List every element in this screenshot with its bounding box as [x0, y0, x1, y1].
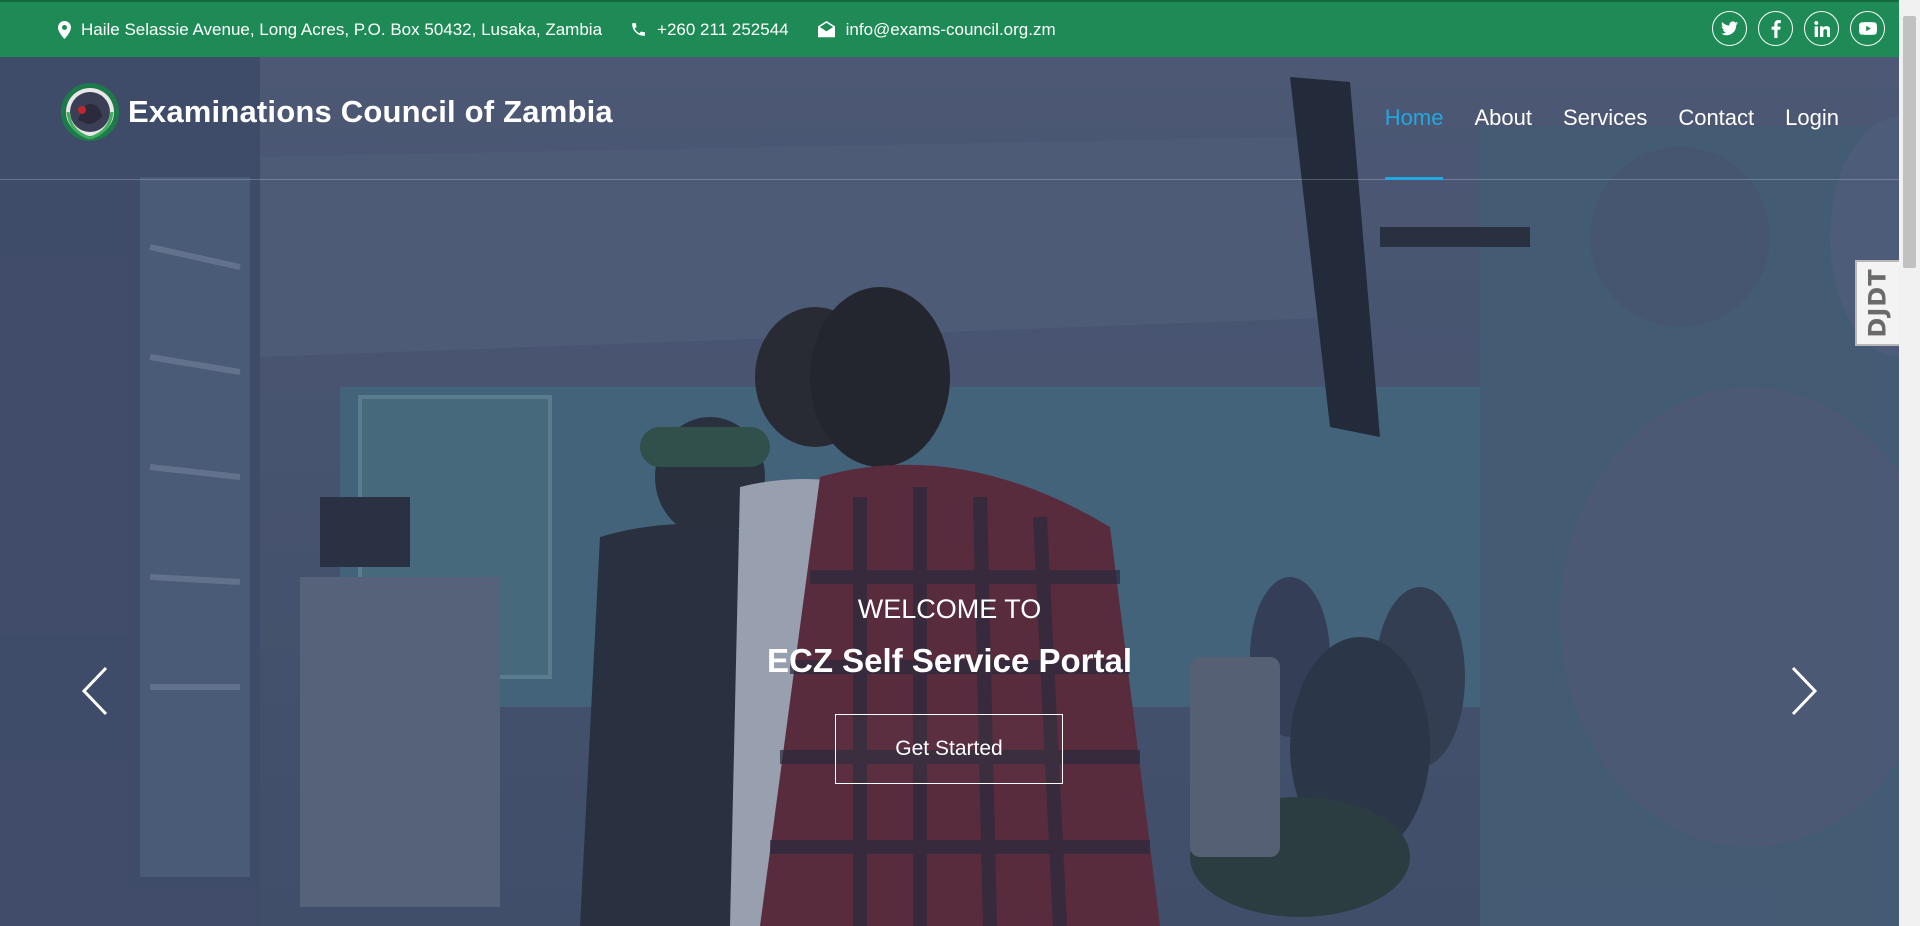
top-contact-bar: Haile Selassie Avenue, Long Acres, P.O. …: [0, 0, 1899, 57]
chevron-left-icon: [81, 666, 108, 716]
brand-link[interactable]: Examinations Council of Zambia: [60, 82, 613, 142]
nav-contact[interactable]: Contact: [1678, 57, 1754, 180]
phone-icon: [632, 23, 645, 36]
map-pin-icon: [58, 20, 71, 39]
nav-home[interactable]: Home: [1384, 57, 1443, 180]
main-nav: Home About Services Contact Login: [1354, 57, 1839, 180]
ecz-logo: [61, 83, 119, 141]
nav-login[interactable]: Login: [1785, 57, 1839, 180]
brand-name: Examinations Council of Zambia: [128, 94, 613, 129]
twitter-link[interactable]: [1712, 11, 1747, 46]
email-text: info@exams-council.org.zm: [845, 19, 1056, 39]
chevron-right-icon: [1791, 666, 1818, 716]
envelope-icon: [817, 21, 835, 38]
page-scrollbar[interactable]: [1899, 0, 1920, 926]
email-item[interactable]: info@exams-council.org.zm: [817, 20, 1056, 40]
hero-overlay: [0, 57, 1899, 926]
debug-toolbar-tab[interactable]: DJDT: [1855, 260, 1899, 346]
carousel-prev-button[interactable]: [80, 666, 110, 716]
address-item: Haile Selassie Avenue, Long Acres, P.O. …: [58, 20, 602, 40]
debug-toolbar-label: DJDT: [1864, 268, 1892, 338]
youtube-icon: [1858, 22, 1877, 35]
social-links: [1701, 11, 1885, 46]
scrollbar-thumb[interactable]: [1903, 16, 1916, 268]
hero-welcome-text: WELCOME TO: [857, 594, 1042, 624]
contact-info: Haile Selassie Avenue, Long Acres, P.O. …: [58, 2, 1084, 57]
address-text: Haile Selassie Avenue, Long Acres, P.O. …: [81, 19, 603, 39]
youtube-link[interactable]: [1850, 11, 1885, 46]
facebook-link[interactable]: [1758, 11, 1793, 46]
twitter-icon: [1721, 21, 1738, 36]
linkedin-link[interactable]: [1804, 11, 1839, 46]
site-header: Examinations Council of Zambia Home Abou…: [0, 57, 1899, 180]
carousel-next-button[interactable]: [1789, 666, 1819, 716]
hero-title: ECZ Self Service Portal: [767, 642, 1132, 679]
phone-text: +260 211 252544: [657, 19, 789, 39]
nav-about[interactable]: About: [1474, 57, 1532, 180]
nav-services[interactable]: Services: [1563, 57, 1647, 180]
linkedin-icon: [1813, 20, 1830, 37]
phone-item[interactable]: +260 211 252544: [630, 20, 789, 40]
get-started-button[interactable]: Get Started: [835, 714, 1063, 784]
hero-carousel: [0, 57, 1899, 926]
facebook-icon: [1771, 19, 1781, 38]
